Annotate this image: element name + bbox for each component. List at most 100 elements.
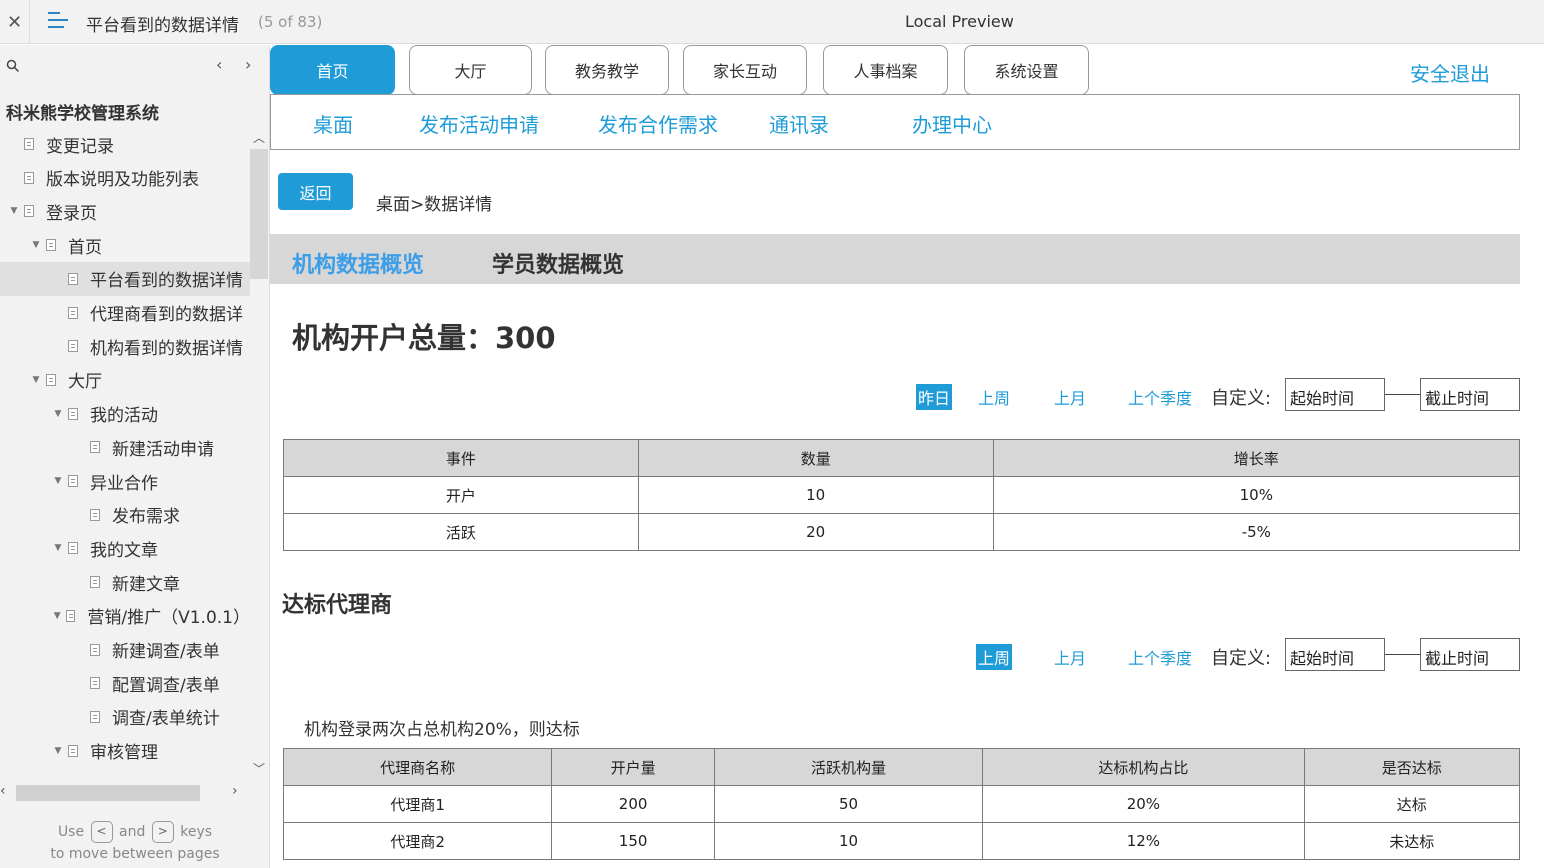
scroll-right-icon[interactable]: › [232,783,238,799]
page-icon [68,407,78,420]
page-icon [68,744,78,757]
page-icon [90,710,100,723]
sidebar-item[interactable]: 新建调查/表单 [0,633,250,667]
expand-caret-icon[interactable]: ▼ [52,611,62,621]
expand-caret-icon[interactable]: ▼ [52,543,64,553]
filter-yesterday[interactable]: 昨日 [916,384,953,410]
table-header-row: 事件 数量 增长率 [283,439,1521,477]
project-title: 科米熊学校管理系统 [6,104,159,124]
tab-parent-interaction[interactable]: 家长互动 [683,45,807,95]
sidebar-item[interactable]: 变更记录 [0,127,250,161]
sidebar-item-label: 我的活动 [90,406,158,427]
start-date-input[interactable]: 起始时间 [1285,638,1385,671]
sidebar-item[interactable]: 机构看到的数据详情 [0,329,250,363]
scroll-up-icon[interactable]: ︿ [253,129,265,146]
sidebar-item-label: 大厅 [68,372,102,393]
back-button[interactable]: 返回 [278,173,353,210]
column-header: 开户量 [551,748,715,786]
sidebar-item[interactable]: 配置调查/表单 [0,666,250,700]
scroll-left-icon[interactable]: ‹ [0,783,6,799]
table-row: 代理商1 200 50 20% 达标 [282,785,1521,823]
filter-last-quarter[interactable]: 上个季度 [1126,384,1194,410]
expand-caret-icon[interactable]: ▼ [30,240,42,250]
sidebar-item-label: 首页 [68,237,102,258]
end-date-input[interactable]: 截止时间 [1420,638,1520,671]
sidebar-item[interactable]: ▼ 营销/推广（V1.0.1） [0,599,250,633]
sidebar-item[interactable]: ▼ 我的文章 [0,531,250,565]
close-icon[interactable]: ✕ [0,0,30,44]
table-cell: 10% [992,476,1521,514]
scroll-thumb[interactable] [250,149,268,279]
hint-text-and: and [119,824,146,840]
subnav-contacts[interactable]: 通讯录 [769,109,829,138]
subnav-publish-cooperation[interactable]: 发布合作需求 [598,109,718,138]
next-page-icon[interactable]: › [245,55,251,74]
scroll-down-icon[interactable]: ﹀ [253,760,265,777]
tab-institution-overview[interactable]: 机构数据概览 [292,247,424,279]
tab-home[interactable]: 首页 [270,45,395,95]
tab-personnel-files[interactable]: 人事档案 [823,45,948,95]
tab-system-settings[interactable]: 系统设置 [964,45,1089,95]
sidebar-item[interactable]: 新建文章 [0,565,250,599]
filter-last-month[interactable]: 上月 [1052,644,1088,670]
start-date-input[interactable]: 起始时间 [1285,378,1385,411]
sub-navigation: 桌面 发布活动申请 发布合作需求 通讯录 办理中心 [270,94,1520,150]
table-cell: 150 [551,822,715,860]
left-key-icon: < [90,821,113,843]
sidebar-item-label: 新建调查/表单 [112,642,220,662]
right-key-icon: > [151,821,174,843]
sidebar-item[interactable]: 机构活动详情 [0,767,250,778]
table-cell: 20 [637,513,994,551]
sidebar-horizontal-scrollbar[interactable]: ‹ › [0,783,250,801]
sidebar-item[interactable]: ▼ 我的活动 [0,397,250,431]
tab-student-overview[interactable]: 学员数据概览 [492,247,624,279]
expand-caret-icon[interactable]: ▼ [52,746,64,756]
expand-caret-icon[interactable]: ▼ [52,476,64,486]
menu-icon[interactable] [48,12,68,32]
logout-link[interactable]: 安全退出 [1410,58,1490,87]
sidebar-item[interactable]: ▼ 登录页 [0,194,250,228]
filter-last-month[interactable]: 上月 [1052,384,1088,410]
expand-caret-icon[interactable]: ▼ [52,409,64,419]
sidebar-item-label: 机构看到的数据详情 [90,338,243,359]
page-icon [90,441,100,454]
page-icon [68,542,78,555]
tab-teaching[interactable]: 教务教学 [545,45,669,95]
subnav-service-center[interactable]: 办理中心 [912,109,992,138]
tab-hall[interactable]: 大厅 [409,45,532,95]
previous-page-icon[interactable]: ‹ [216,55,222,74]
section-title: 达标代理商 [282,593,393,618]
sidebar-item[interactable]: 平台看到的数据详情 [0,261,250,296]
end-date-input[interactable]: 截止时间 [1420,378,1520,411]
page-icon [66,609,76,622]
subnav-publish-activity[interactable]: 发布活动申请 [419,109,539,138]
sidebar-item[interactable]: ▼ 大厅 [0,363,250,397]
sidebar-item[interactable]: 新建活动申请 [0,430,250,464]
search-icon[interactable] [6,59,20,73]
time-filter-1: 昨日 上周 上月 上个季度 自定义: 起始时间 截止时间 [270,378,1520,412]
page-tree: 变更记录 版本说明及功能列表 ▼ 登录页 ▼ 首页 平台看到的数据详情 代理商看到的数据详 机构… [0,127,250,777]
sidebar-vertical-scrollbar[interactable]: ︿ ﹀ [250,129,268,777]
filter-last-week[interactable]: 上周 [976,644,1013,670]
sidebar-item-label: 发布需求 [112,507,180,528]
expand-caret-icon[interactable]: ▼ [8,206,20,216]
sidebar-item[interactable]: ▼ 异业合作 [0,464,250,498]
filter-last-week[interactable]: 上周 [976,384,1012,410]
page-icon [90,677,100,690]
filter-last-quarter[interactable]: 上个季度 [1126,644,1194,670]
hint-text-use: Use [57,824,85,840]
sidebar-item[interactable]: 发布需求 [0,498,250,532]
sidebar-item-label: 调查/表单统计 [112,709,220,730]
sidebar-item[interactable]: 版本说明及功能列表 [0,161,250,195]
expand-caret-icon[interactable]: ▼ [30,375,42,385]
sidebar-item[interactable]: 代理商看到的数据详 [0,296,250,330]
table-row: 活跃 20 -5% [283,513,1521,551]
scroll-thumb-horizontal[interactable] [16,785,200,801]
table-cell: 10 [713,822,984,860]
table-cell: -5% [992,513,1521,551]
sidebar-item[interactable]: ▼ 审核管理 [0,734,250,768]
overview-tabs: 机构数据概览 学员数据概览 [270,234,1520,284]
subnav-desktop[interactable]: 桌面 [313,109,353,138]
sidebar-item[interactable]: 调查/表单统计 [0,700,250,734]
sidebar-item[interactable]: ▼ 首页 [0,228,250,262]
